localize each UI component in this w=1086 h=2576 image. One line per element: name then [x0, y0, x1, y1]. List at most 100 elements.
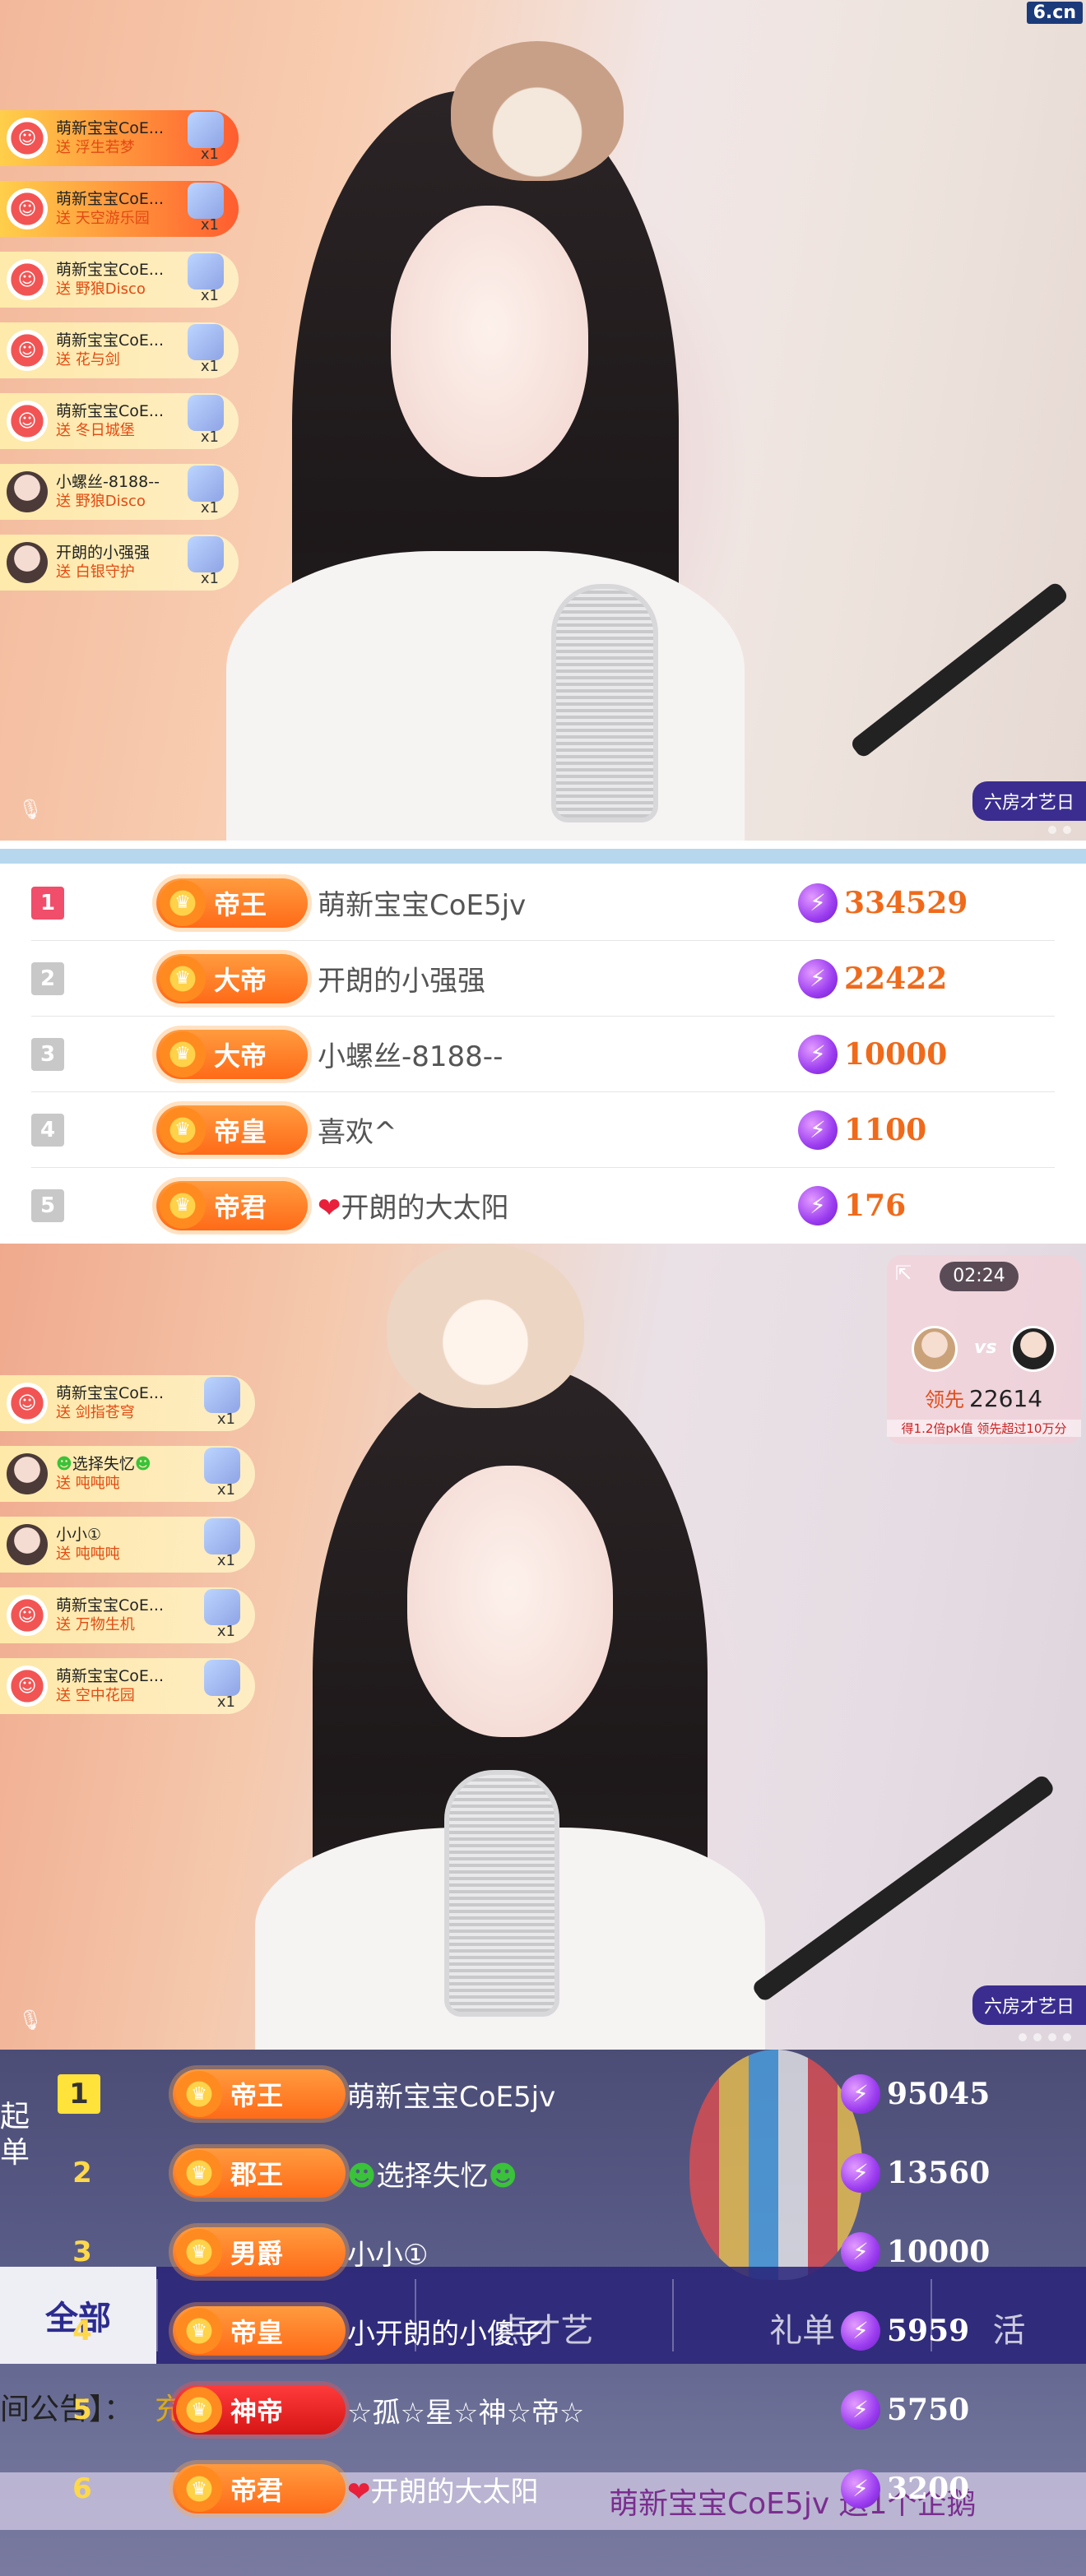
user-name: 小小①	[347, 2238, 429, 2272]
title-badge: ♛ 帝皇	[156, 1105, 308, 1155]
bear-headwear	[387, 1244, 584, 1408]
gift-count: x1	[200, 570, 219, 587]
mic-arm	[750, 1772, 1056, 2004]
pk-avatar-right	[1010, 1326, 1056, 1372]
gift-sender: 萌新宝宝CoE...	[56, 261, 165, 279]
gift-sender: 萌新宝宝CoE...	[56, 1596, 165, 1615]
emoji-icon: ☻	[134, 1455, 151, 1473]
user-name: 小开朗的小傻子	[347, 2317, 543, 2351]
streamer-face	[391, 206, 588, 477]
score: ⚡ 10000	[841, 2232, 990, 2272]
ranking-row[interactable]: 3 ♛ 大帝 小螺丝-8188-- ⚡ 10000	[31, 1017, 1055, 1092]
mic-arm	[848, 580, 1070, 760]
score-value: 22422	[844, 961, 948, 996]
title-label: 帝君	[214, 1191, 267, 1223]
gift-name: 送 剑指苍穹	[56, 1404, 135, 1421]
user-name: ☆孤☆星☆神☆帝☆	[347, 2396, 585, 2430]
score-value: 3200	[887, 2472, 970, 2506]
ranking-row[interactable]: 3 ♛ 男爵 小小① ⚡ 10000	[58, 2212, 1053, 2291]
rank-number: 6	[72, 2472, 92, 2505]
ranking-row[interactable]: 2 ♛ 大帝 开朗的小强强 ⚡ 22422	[31, 941, 1055, 1017]
gift-name: 送 空中花园	[56, 1687, 135, 1704]
lightning-icon: ⚡	[841, 2469, 880, 2509]
gift-icon	[188, 253, 224, 290]
ranking-row[interactable]: 6 ♛ 帝君 ❤开朗的大太阳 ⚡ 3200	[58, 2449, 1053, 2528]
user-name: 萌新宝宝CoE5jv	[347, 2080, 556, 2114]
title-badge: ♛ 帝王	[156, 878, 308, 928]
section-divider	[0, 849, 1086, 864]
crown-icon: ♛	[176, 2387, 222, 2433]
gift-name: 送 浮生若梦	[56, 139, 135, 156]
gift-sender: 萌新宝宝CoE...	[56, 1667, 165, 1685]
score: ⚡ 5750	[841, 2390, 969, 2430]
gift-item: ☺ 萌新宝宝CoE... 送 剑指苍穹 x1	[0, 1375, 255, 1431]
ranking-row[interactable]: 4 ♛ 帝皇 小开朗的小傻子 ⚡ 5959	[58, 2291, 1053, 2370]
gift-name: 送 白银守护	[56, 563, 135, 581]
score-value: 1100	[844, 1112, 927, 1147]
gift-icon	[188, 395, 224, 431]
pk-avatar-left	[912, 1326, 958, 1372]
title-label: 帝皇	[230, 2317, 284, 2348]
bottom-stream-view[interactable]: ⇱ 02:24 vs 领先 22614 得1.2倍pk值 领先超过10万分 ☺ 萌…	[0, 1244, 1086, 2050]
crown-icon: ♛	[176, 2071, 222, 2117]
gift-item: 小小① 送 吨吨吨 x1	[0, 1517, 255, 1573]
score-value: 176	[844, 1188, 907, 1223]
ranking-row[interactable]: 1 ♛ 帝王 萌新宝宝CoE5jv ⚡ 95045	[58, 2055, 1053, 2134]
ranking-row[interactable]: 5 ♛ 帝君 ❤开朗的大太阳 ⚡ 176	[31, 1168, 1055, 1242]
gift-name: 送 野狼Disco	[56, 493, 146, 510]
pk-panel[interactable]: ⇱ 02:24 vs 领先 22614 得1.2倍pk值 领先超过10万分	[887, 1255, 1081, 1444]
crown-icon: ♛	[160, 1182, 206, 1229]
gift-icon	[204, 1377, 240, 1413]
lightning-icon: ⚡	[798, 1185, 838, 1225]
user-avatar: ☺	[7, 1595, 48, 1636]
mic-icon[interactable]: 🎙	[18, 2008, 43, 2032]
gift-sender: 萌新宝宝CoE...	[56, 402, 165, 420]
gift-name: 送 冬日城堡	[56, 422, 135, 439]
gift-sender: 小小①	[56, 1526, 102, 1544]
score: ⚡ 95045	[841, 2074, 990, 2114]
title-label: 帝皇	[214, 1115, 267, 1147]
user-name: ☻选择失忆☻	[347, 2153, 517, 2194]
gift-item: ☺ 萌新宝宝CoE... 送 野狼Disco x1	[0, 252, 239, 308]
ranking-row[interactable]: 2 ♛ 郡王 ☻选择失忆☻ ⚡ 13560	[58, 2134, 1053, 2212]
room-tag-button[interactable]: 六房才艺日	[972, 1985, 1086, 2025]
title-badge: ♛ 郡王	[173, 2148, 346, 2198]
rank-number: 4	[31, 1113, 64, 1147]
room-tag-button[interactable]: 六房才艺日	[972, 781, 1086, 821]
ranking-row[interactable]: 1 ♛ 帝王 萌新宝宝CoE5jv ⚡ 334529	[31, 865, 1055, 941]
score: ⚡ 10000	[798, 1034, 947, 1074]
emoji-icon: ☻	[56, 1455, 72, 1473]
user-name: 萌新宝宝CoE5jv	[318, 889, 527, 922]
rank-number: 3	[31, 1037, 64, 1071]
site-logo: 6.cn	[1026, 2, 1083, 24]
user-name-text: 开朗的大太阳	[341, 1192, 509, 1225]
ranking-row[interactable]: 4 ♛ 帝皇 喜欢^ ⚡ 1100	[31, 1092, 1055, 1168]
gift-item: ☺ 萌新宝宝CoE... 送 浮生若梦 x1	[0, 110, 239, 166]
mic-icon[interactable]: 🎙	[18, 798, 43, 821]
pk-vs: vs	[974, 1337, 997, 1358]
gift-name: 送 天空游乐园	[56, 210, 150, 227]
gift-icon	[204, 1448, 240, 1484]
gift-item: ☺ 萌新宝宝CoE... 送 冬日城堡 x1	[0, 393, 239, 449]
score-value: 5959	[887, 2314, 970, 2348]
title-badge: ♛ 帝皇	[173, 2306, 346, 2356]
lightning-icon: ⚡	[798, 1110, 838, 1150]
exit-icon[interactable]: ⇱	[895, 1262, 912, 1285]
gift-sender: 萌新宝宝CoE...	[56, 331, 165, 350]
user-name: 喜欢^	[318, 1116, 397, 1149]
gift-count: x1	[216, 1693, 235, 1711]
score: ⚡ 5959	[841, 2311, 969, 2351]
crown-icon: ♛	[176, 2150, 222, 2196]
score: ⚡ 22422	[798, 958, 948, 998]
score-value: 5750	[887, 2393, 970, 2427]
heart-icon: ❤	[347, 2475, 371, 2509]
gift-count: x1	[200, 216, 219, 234]
lightning-icon: ⚡	[841, 2311, 880, 2351]
title-label: 帝王	[214, 888, 267, 920]
gift-name: 送 万物生机	[56, 1616, 135, 1633]
ranking-row[interactable]: 5 ♛ 神帝 ☆孤☆星☆神☆帝☆ ⚡ 5750	[58, 2370, 1053, 2449]
gift-sender: 开朗的小强强	[56, 544, 151, 562]
score: ⚡ 1100	[798, 1110, 926, 1150]
gift-sender: 萌新宝宝CoE...	[56, 1384, 165, 1402]
top-stream-view[interactable]: 6.cn ☺ 萌新宝宝CoE... 送 浮生若梦 x1 ☺ 萌新宝宝CoE... 送…	[0, 0, 1086, 841]
